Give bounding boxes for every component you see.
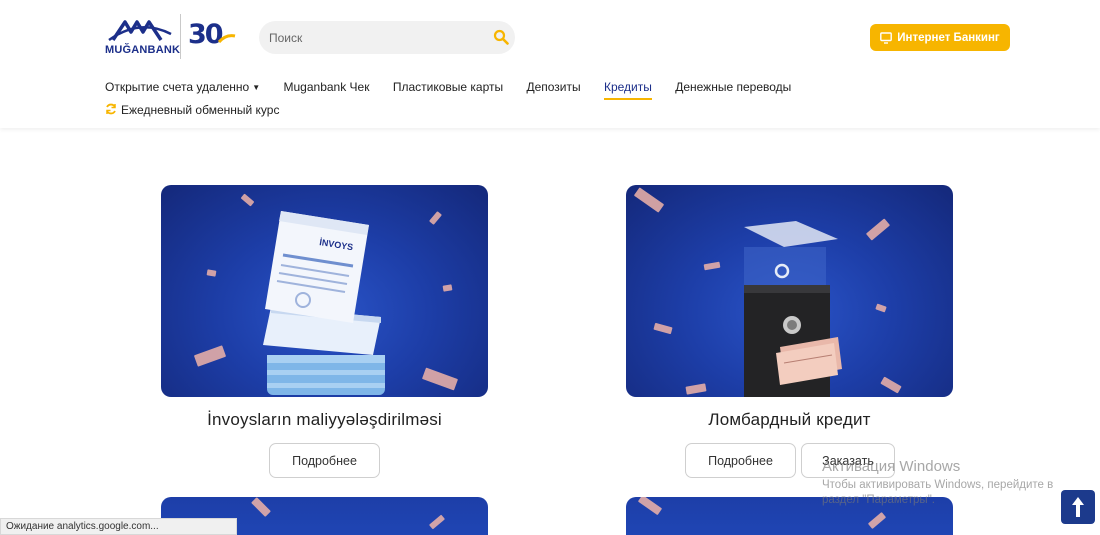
- logo-wordmark: MUĞANBANK: [105, 44, 181, 56]
- invoice-financing-image[interactable]: İNVOYS: [161, 185, 488, 397]
- nav-item-label: Денежные переводы: [675, 80, 792, 94]
- search-icon[interactable]: [493, 29, 509, 45]
- refresh-icon: [106, 103, 116, 115]
- banknote-decoration: [880, 376, 902, 394]
- banknote-decoration: [240, 193, 255, 207]
- activation-line-2: раздел "Параметры".: [822, 494, 935, 506]
- banknote-decoration: [865, 218, 891, 241]
- card-title: Ломбардный кредит: [708, 410, 871, 429]
- nav-item-deposits[interactable]: Депозиты: [526, 77, 580, 98]
- nav-item-credits[interactable]: Кредиты: [603, 77, 652, 100]
- arrow-up-icon: [1072, 497, 1084, 517]
- banknote-decoration: [251, 497, 271, 517]
- banknote-decoration: [421, 367, 459, 391]
- banknote-decoration: [428, 514, 446, 530]
- banknote-decoration: [206, 269, 217, 277]
- nav-item-label: Депозиты: [526, 80, 581, 94]
- banknote-decoration: [875, 303, 887, 313]
- nav-item-label: Кредиты: [603, 80, 652, 94]
- banknote-decoration: [637, 497, 663, 516]
- nav-item-money-transfers[interactable]: Денежные переводы: [675, 77, 791, 98]
- scroll-to-top-button[interactable]: [1061, 490, 1095, 524]
- search-bar: [259, 21, 515, 54]
- logo-mark-icon: [108, 20, 172, 42]
- site-header: MUĞANBANK 30 Интернет Банкинг Открытие с…: [0, 0, 1100, 128]
- banknote-decoration: [429, 211, 442, 225]
- search-input[interactable]: [269, 21, 489, 54]
- banknote-decoration: [653, 322, 673, 335]
- card-title: İnvoysların maliyyələşdirilməsi: [207, 410, 442, 429]
- pawn-credit-image[interactable]: [626, 185, 953, 397]
- banknote-decoration: [633, 187, 665, 213]
- browser-status-bar: Ожидание analytics.google.com...: [0, 518, 237, 535]
- muganbank-logo[interactable]: MUĞANBANK 30: [105, 14, 236, 62]
- nav-item-remote-account[interactable]: Открытие счета удаленно ▼: [105, 77, 260, 98]
- nav-item-exchange-rate[interactable]: Ежедневный обменный курс: [105, 100, 279, 121]
- internet-banking-button[interactable]: Интернет Банкинг: [870, 24, 1010, 51]
- nav-item-muganbank-check[interactable]: Muganbank Чек: [284, 77, 370, 98]
- anniversary-30-logo: 30: [188, 19, 224, 50]
- nav-item-label: Открытие счета удаленно: [105, 80, 250, 94]
- activation-title: Активация Windows: [822, 458, 961, 475]
- anniversary-swoosh-icon: [218, 34, 236, 44]
- details-button[interactable]: Подробнее: [269, 443, 380, 478]
- windows-activation-watermark: Активация Windows Чтобы активировать Win…: [822, 458, 1053, 508]
- product-card-invoice-financing: İNVOYS İnvoysların maliyyələşdirilməsi П…: [161, 185, 488, 478]
- banknote-decoration: [703, 261, 721, 271]
- banknote-decoration: [685, 383, 707, 395]
- banknote-decoration: [867, 512, 887, 529]
- banknote-decoration: [193, 345, 227, 367]
- chevron-down-icon: ▼: [252, 83, 261, 92]
- nav-item-label: Пластиковые карты: [392, 80, 504, 94]
- nav-item-plastic-cards[interactable]: Пластиковые карты: [393, 77, 503, 98]
- pawn-safe-illustration: [744, 221, 842, 397]
- details-button[interactable]: Подробнее: [685, 443, 796, 478]
- nav-item-label: Ежедневный обменный курс: [121, 103, 280, 117]
- nav-item-label: Muganbank Чек: [283, 80, 370, 94]
- banknote-decoration: [442, 284, 453, 292]
- monitor-icon: [880, 31, 893, 44]
- activation-line-1: Чтобы активировать Windows, перейдите в: [822, 479, 1054, 491]
- internet-banking-label: Интернет Банкинг: [897, 31, 1000, 44]
- main-nav: Открытие счета удаленно ▼ Muganbank Чек П…: [105, 77, 985, 121]
- invoice-stack-illustration: İNVOYS: [263, 211, 385, 395]
- logo-divider: [180, 14, 181, 59]
- product-card-pawn-credit: Ломбардный кредит Подробнее Заказать: [626, 185, 953, 478]
